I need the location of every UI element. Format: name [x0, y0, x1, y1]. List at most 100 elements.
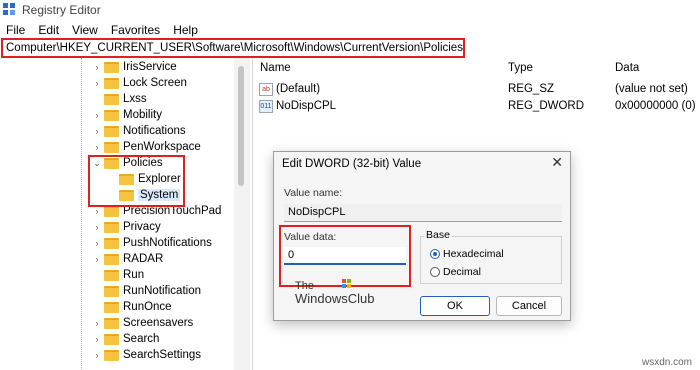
value-data: (value not set): [615, 83, 688, 95]
folder-icon: [104, 253, 119, 265]
tree-item-notifications[interactable]: › Notifications: [92, 123, 186, 139]
source-credit: wsxdn.com: [641, 357, 692, 368]
tree-item-label: RunOnce: [123, 301, 172, 313]
cancel-button[interactable]: Cancel: [496, 296, 562, 316]
folder-icon: [104, 349, 119, 361]
value-data-label: Value data:: [284, 231, 337, 243]
menu-favorites[interactable]: Favorites: [111, 23, 160, 37]
radio-unselected-icon[interactable]: [430, 267, 440, 277]
menu-file[interactable]: File: [6, 23, 25, 37]
tree-item-radar[interactable]: › RADAR: [92, 251, 164, 267]
chevron-right-icon[interactable]: ›: [92, 238, 102, 248]
tree-item-runonce[interactable]: RunOnce: [92, 299, 172, 315]
tree-item-label: RADAR: [123, 253, 164, 265]
radio-label: Hexadecimal: [443, 248, 504, 260]
chevron-right-icon[interactable]: ›: [92, 142, 102, 152]
column-header-data[interactable]: Data: [615, 62, 639, 74]
tree-item-privacy[interactable]: › Privacy: [92, 219, 161, 235]
tree-item-label: Search: [123, 333, 160, 345]
value-name: (Default): [276, 83, 321, 95]
column-header-name[interactable]: Name: [260, 62, 291, 74]
address-bar[interactable]: Computer\HKEY_CURRENT_USER\Software\Micr…: [1, 38, 465, 58]
close-icon[interactable]: ✕: [551, 154, 563, 171]
column-header-type[interactable]: Type: [508, 62, 533, 74]
watermark-line2: WindowsClub: [295, 291, 375, 306]
value-name-field: NoDispCPL: [284, 204, 562, 222]
folder-icon: [104, 221, 119, 233]
value-row-default[interactable]: ab (Default): [259, 81, 320, 97]
dword-value-icon: 011: [259, 99, 273, 113]
chevron-right-icon[interactable]: ›: [92, 350, 102, 360]
chevron-right-icon[interactable]: ›: [92, 78, 102, 88]
chevron-right-icon[interactable]: ›: [92, 222, 102, 232]
tree-item-label: Mobility: [123, 109, 162, 121]
tree-item-searchsettings[interactable]: › SearchSettings: [92, 347, 202, 363]
tree-item-lxss[interactable]: Lxss: [92, 91, 147, 107]
folder-icon: [104, 61, 119, 73]
chevron-right-icon[interactable]: ›: [92, 110, 102, 120]
chevron-right-icon[interactable]: ›: [92, 334, 102, 344]
value-type: REG_SZ: [508, 83, 555, 95]
tree-item-penworkspace[interactable]: › PenWorkspace: [92, 139, 201, 155]
folder-icon: [104, 333, 119, 345]
tree-item-label: PushNotifications: [123, 237, 212, 249]
value-row-nodispcpl[interactable]: 011 NoDispCPL: [259, 98, 336, 114]
tree-item-label: IrisService: [123, 61, 177, 73]
folder-icon: [104, 301, 119, 313]
radio-label: Decimal: [443, 266, 481, 278]
folder-icon: [104, 77, 119, 89]
chevron-right-icon[interactable]: ›: [92, 62, 102, 72]
folder-icon: [104, 93, 119, 105]
title-bar: Registry Editor: [0, 0, 700, 20]
tree-item-label: Lock Screen: [123, 77, 187, 89]
tree-item-lock-screen[interactable]: › Lock Screen: [92, 75, 187, 91]
tree-item-label: Run: [123, 269, 145, 281]
value-name-label: Value name:: [284, 187, 343, 199]
dialog-title: Edit DWORD (32-bit) Value: [282, 158, 422, 170]
value-data-input[interactable]: 0: [284, 247, 406, 265]
chevron-right-icon[interactable]: ›: [92, 126, 102, 136]
folder-icon: [104, 125, 119, 137]
tree-item-screensavers[interactable]: › Screensavers: [92, 315, 194, 331]
window-title: Registry Editor: [22, 3, 101, 17]
tree-scrollbar[interactable]: [234, 58, 250, 370]
tree-item-pushnotifications[interactable]: › PushNotifications: [92, 235, 212, 251]
radio-hexadecimal[interactable]: Hexadecimal: [430, 248, 504, 260]
chevron-right-icon[interactable]: ›: [92, 206, 102, 216]
chevron-right-icon[interactable]: ›: [92, 318, 102, 328]
tree-item-search[interactable]: › Search: [92, 331, 160, 347]
folder-icon: [104, 141, 119, 153]
folder-icon: [104, 317, 119, 329]
menu-help[interactable]: Help: [173, 23, 198, 37]
folder-icon: [104, 237, 119, 249]
tree-item-runnotification[interactable]: RunNotification: [92, 283, 201, 299]
tree-item-label: Privacy: [123, 221, 161, 233]
policies-highlight-box: [88, 155, 185, 207]
key-tree: › IrisService › Lock Screen Lxss › Mobility…: [0, 58, 250, 370]
tree-item-label: SearchSettings: [123, 349, 201, 361]
radio-selected-icon[interactable]: [430, 249, 440, 259]
value-name: NoDispCPL: [276, 100, 337, 112]
value-type: REG_DWORD: [508, 100, 585, 112]
tree-item-label: Lxss: [123, 93, 147, 105]
folder-icon: [104, 269, 119, 281]
ok-button[interactable]: OK: [420, 296, 490, 316]
watermark-logo-icon: [342, 279, 352, 289]
tree-item-label: Screensavers: [123, 317, 194, 329]
menu-bar: File Edit View Favorites Help: [0, 21, 211, 38]
menu-view[interactable]: View: [72, 23, 98, 37]
tree-item-mobility[interactable]: › Mobility: [92, 107, 162, 123]
tree-item-irisservice[interactable]: › IrisService: [92, 59, 177, 75]
menu-edit[interactable]: Edit: [38, 23, 59, 37]
tree-item-run[interactable]: Run: [92, 267, 144, 283]
folder-icon: [104, 205, 119, 217]
tree-item-label: PenWorkspace: [123, 141, 201, 153]
tree-guide-line: [81, 58, 82, 370]
tree-item-label: RunNotification: [123, 285, 201, 297]
scrollbar-thumb[interactable]: [238, 66, 244, 186]
folder-icon: [104, 109, 119, 121]
registry-editor-icon: [3, 3, 17, 17]
value-data: 0x00000000 (0): [615, 100, 696, 112]
chevron-right-icon[interactable]: ›: [92, 254, 102, 264]
radio-decimal[interactable]: Decimal: [430, 266, 481, 278]
